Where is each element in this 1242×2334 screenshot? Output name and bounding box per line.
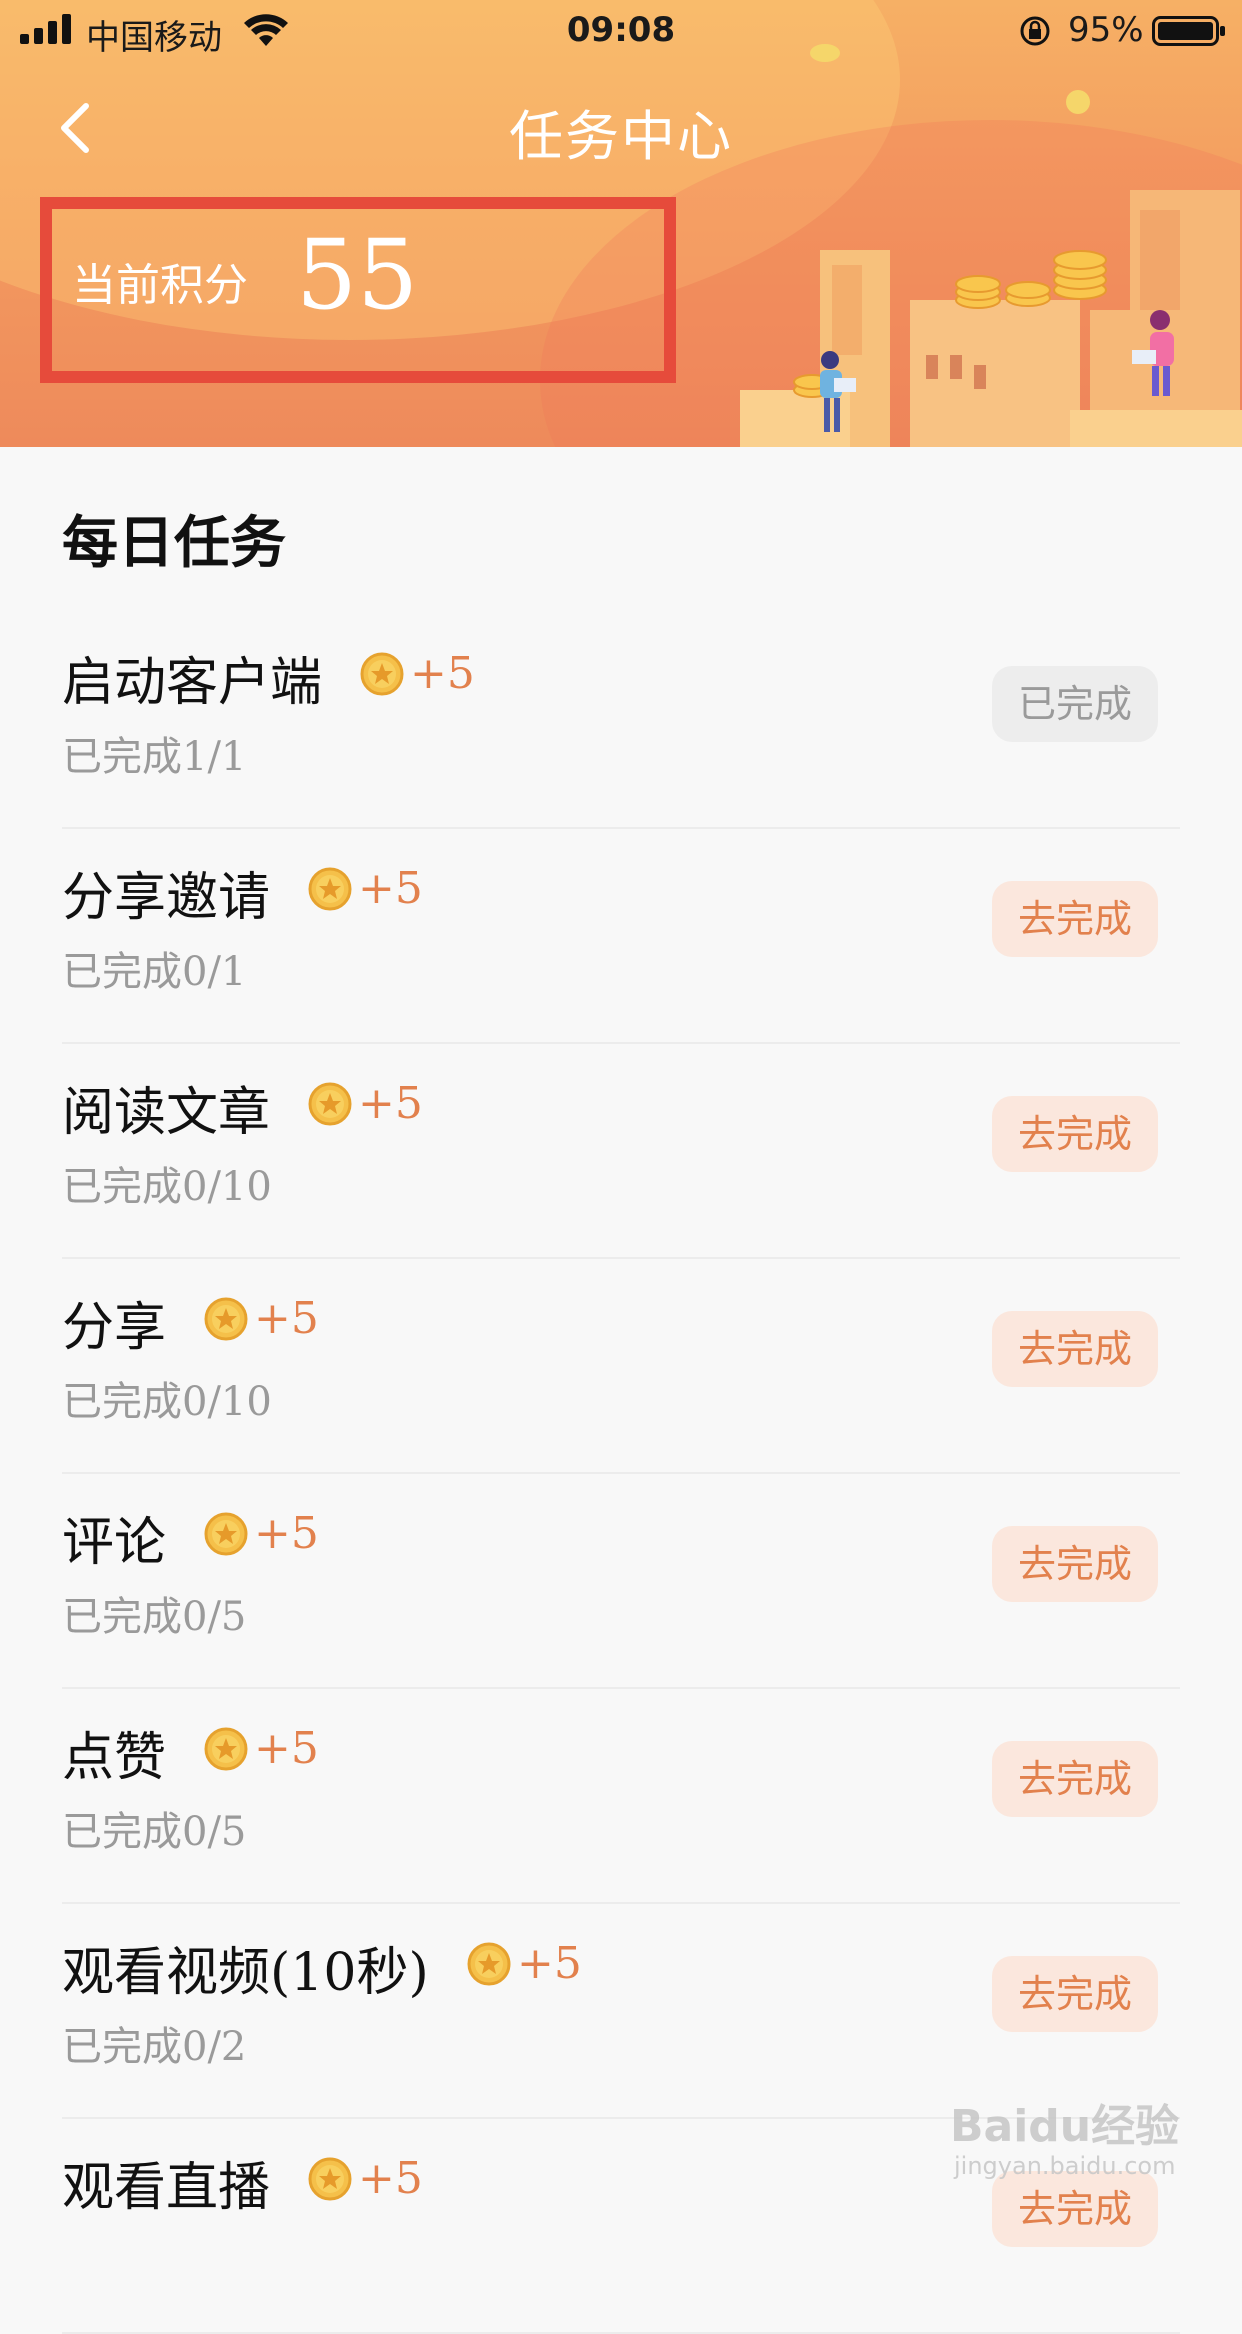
- points-label: 当前积分: [72, 260, 248, 311]
- go-complete-button[interactable]: 去完成: [992, 1741, 1158, 1817]
- task-row: 分享 +5 已完成0/10 去完成: [0, 1259, 1242, 1474]
- task-name: 观看直播: [62, 2158, 271, 2218]
- task-reward: +5: [308, 1078, 423, 1129]
- battery-percentage: 95%: [1068, 10, 1144, 50]
- points-value: 55: [296, 219, 419, 331]
- task-name: 评论: [62, 1513, 167, 1573]
- task-row: 启动客户端 +5 已完成1/1 已完成: [0, 614, 1242, 829]
- watermark-url: jingyan.baidu.com: [954, 2152, 1176, 2180]
- task-progress: 已完成0/10: [62, 1164, 272, 1210]
- rotation-lock-icon: [1020, 16, 1050, 46]
- current-points-highlight: 当前积分 55: [40, 197, 676, 383]
- task-name: 阅读文章: [62, 1083, 271, 1143]
- task-name: 分享: [62, 1298, 167, 1358]
- coin-icon: [467, 1942, 511, 1985]
- go-complete-button[interactable]: 去完成: [992, 2171, 1158, 2247]
- coin-icon: [360, 652, 404, 695]
- go-complete-button[interactable]: 去完成: [992, 1526, 1158, 1602]
- reward-points: +5: [517, 1938, 582, 1989]
- completed-button[interactable]: 已完成: [992, 666, 1158, 742]
- task-progress: 已完成0/2: [62, 2024, 247, 2070]
- task-row: 点赞 +5 已完成0/5 去完成: [0, 1689, 1242, 1904]
- task-progress: 已完成0/10: [62, 1379, 272, 1425]
- go-complete-button[interactable]: 去完成: [992, 1096, 1158, 1172]
- city-illustration: [740, 190, 1242, 447]
- watermark: Baidu经验 jingyan.baidu.com: [950, 2090, 1220, 2180]
- task-reward: +5: [467, 1938, 582, 1989]
- task-reward: +5: [308, 863, 423, 914]
- task-progress: 已完成0/1: [62, 949, 247, 995]
- go-complete-button[interactable]: 去完成: [992, 1311, 1158, 1387]
- coin-icon: [308, 867, 352, 910]
- coin-icon: [308, 1082, 352, 1125]
- task-reward: +5: [204, 1723, 319, 1774]
- task-row: 分享邀请 +5 已完成0/1 去完成: [0, 829, 1242, 1044]
- reward-points: +5: [410, 648, 475, 699]
- task-reward: +5: [308, 2153, 423, 2204]
- coin-icon: [204, 1297, 248, 1340]
- watermark-logo: Baidu经验: [950, 2101, 1180, 2152]
- coin-icon: [308, 2157, 352, 2200]
- task-list: 启动客户端 +5 已完成1/1 已完成 分享邀请 +5 已完成0/1 去完成 阅读文章 +5 已完成…: [0, 614, 1242, 2334]
- task-row: 观看视频(10秒) +5 已完成0/2 去完成: [0, 1904, 1242, 2119]
- reward-points: +5: [254, 1293, 319, 1344]
- page-title: 任务中心: [509, 105, 733, 168]
- reward-points: +5: [358, 863, 423, 914]
- task-name: 点赞: [62, 1728, 167, 1788]
- task-row: 阅读文章 +5 已完成0/10 去完成: [0, 1044, 1242, 1259]
- task-reward: +5: [204, 1508, 319, 1559]
- task-name: 分享邀请: [62, 868, 271, 928]
- status-bar: 中国移动 09:08 95%: [0, 0, 1242, 62]
- reward-points: +5: [254, 1508, 319, 1559]
- section-title-daily-tasks: 每日任务: [62, 510, 286, 576]
- task-reward: +5: [204, 1293, 319, 1344]
- go-complete-button[interactable]: 去完成: [992, 1956, 1158, 2032]
- reward-points: +5: [254, 1723, 319, 1774]
- task-name: 启动客户端: [62, 653, 323, 713]
- task-progress: 已完成1/1: [62, 734, 247, 780]
- task-progress: 已完成0/5: [62, 1809, 247, 1855]
- task-name: 观看视频(10秒): [62, 1943, 429, 2003]
- battery-icon: [1152, 16, 1225, 46]
- task-reward: +5: [360, 648, 475, 699]
- task-row: 评论 +5 已完成0/5 去完成: [0, 1474, 1242, 1689]
- task-progress: 已完成0/5: [62, 1594, 247, 1640]
- coin-icon: [204, 1512, 248, 1555]
- reward-points: +5: [358, 1078, 423, 1129]
- go-complete-button[interactable]: 去完成: [992, 881, 1158, 957]
- clock: 09:08: [566, 10, 676, 50]
- coin-icon: [204, 1727, 248, 1770]
- reward-points: +5: [358, 2153, 423, 2204]
